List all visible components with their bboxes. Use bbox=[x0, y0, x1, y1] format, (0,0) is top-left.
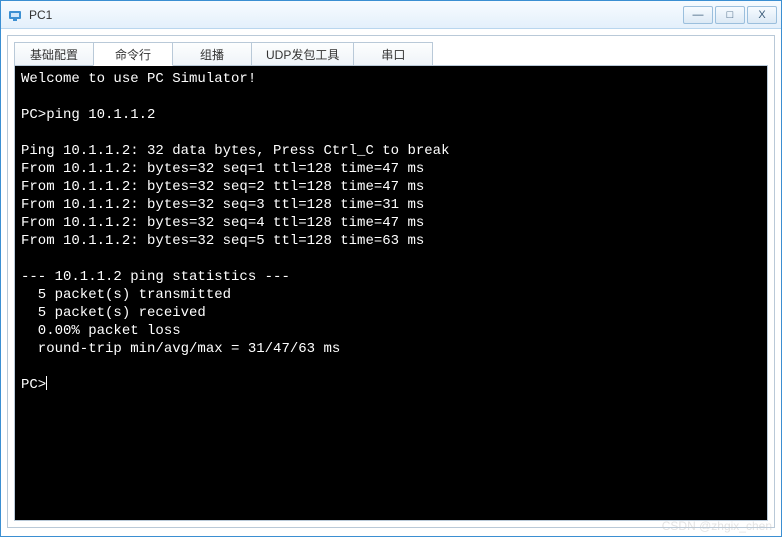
terminal-line bbox=[21, 250, 761, 268]
terminal-line: Ping 10.1.1.2: 32 data bytes, Press Ctrl… bbox=[21, 142, 761, 160]
terminal-line bbox=[21, 88, 761, 106]
terminal-cursor bbox=[46, 376, 47, 390]
app-window: PC1 — □ X 基础配置 命令行 组播 UDP发包工具 串口 Welcome… bbox=[0, 0, 782, 537]
tab-serial[interactable]: 串口 bbox=[353, 42, 433, 66]
terminal-line: From 10.1.1.2: bytes=32 seq=4 ttl=128 ti… bbox=[21, 214, 761, 232]
terminal-line: Welcome to use PC Simulator! bbox=[21, 70, 761, 88]
app-icon bbox=[7, 7, 23, 23]
window-controls: — □ X bbox=[683, 6, 777, 24]
terminal-line: PC>ping 10.1.1.2 bbox=[21, 106, 761, 124]
tab-basic-config[interactable]: 基础配置 bbox=[14, 42, 94, 66]
close-button[interactable]: X bbox=[747, 6, 777, 24]
tab-command-line[interactable]: 命令行 bbox=[93, 42, 173, 66]
terminal-prompt: PC> bbox=[21, 377, 46, 393]
terminal-line: 0.00% packet loss bbox=[21, 322, 761, 340]
terminal-line: 5 packet(s) transmitted bbox=[21, 286, 761, 304]
terminal-line bbox=[21, 358, 761, 376]
terminal-line: From 10.1.1.2: bytes=32 seq=2 ttl=128 ti… bbox=[21, 178, 761, 196]
terminal-line: From 10.1.1.2: bytes=32 seq=3 ttl=128 ti… bbox=[21, 196, 761, 214]
terminal[interactable]: Welcome to use PC Simulator! PC>ping 10.… bbox=[14, 65, 768, 521]
terminal-line: 5 packet(s) received bbox=[21, 304, 761, 322]
minimize-button[interactable]: — bbox=[683, 6, 713, 24]
content-area: 基础配置 命令行 组播 UDP发包工具 串口 Welcome to use PC… bbox=[1, 29, 781, 536]
inner-frame: 基础配置 命令行 组播 UDP发包工具 串口 Welcome to use PC… bbox=[7, 35, 775, 528]
tab-multicast[interactable]: 组播 bbox=[172, 42, 252, 66]
terminal-line: round-trip min/avg/max = 31/47/63 ms bbox=[21, 340, 761, 358]
titlebar[interactable]: PC1 — □ X bbox=[1, 1, 781, 29]
terminal-line: From 10.1.1.2: bytes=32 seq=1 ttl=128 ti… bbox=[21, 160, 761, 178]
window-title: PC1 bbox=[29, 8, 683, 22]
maximize-button[interactable]: □ bbox=[715, 6, 745, 24]
terminal-line: From 10.1.1.2: bytes=32 seq=5 ttl=128 ti… bbox=[21, 232, 761, 250]
watermark: CSDN @zhgix_chen bbox=[662, 519, 772, 533]
terminal-line: --- 10.1.1.2 ping statistics --- bbox=[21, 268, 761, 286]
tab-udp-tool[interactable]: UDP发包工具 bbox=[251, 42, 354, 66]
terminal-line bbox=[21, 124, 761, 142]
tab-bar: 基础配置 命令行 组播 UDP发包工具 串口 bbox=[14, 42, 768, 66]
